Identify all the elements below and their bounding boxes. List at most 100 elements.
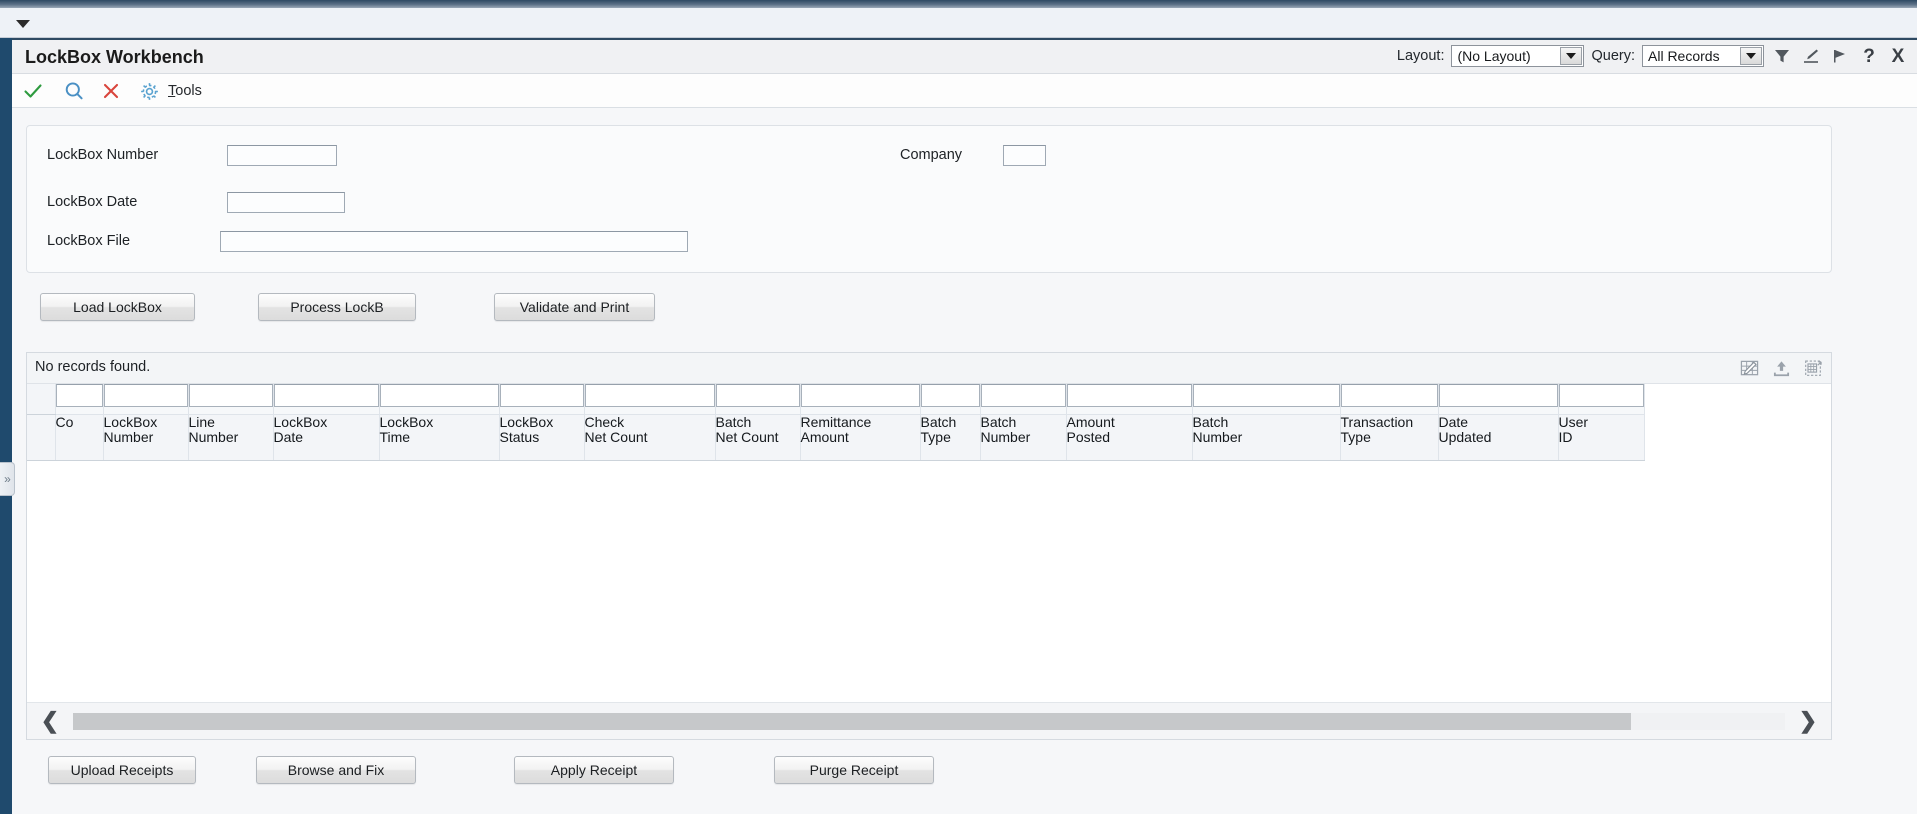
cancel-button[interactable] xyxy=(98,78,124,104)
column-batch-type-header[interactable]: Batch Type xyxy=(920,414,981,461)
browse-and-fix-button[interactable]: Browse and Fix xyxy=(256,756,416,784)
column-remittance-amount-filter-input[interactable] xyxy=(800,384,920,407)
lockbox-date-label: LockBox Date xyxy=(47,194,138,210)
column-lockbox-status-header[interactable]: LockBox Status xyxy=(499,414,585,461)
column-remittance-amount-filter-cell xyxy=(800,384,921,415)
column-remittance-amount-header[interactable]: Remittance Amount xyxy=(800,414,921,461)
column-check-net-count-filter-input[interactable] xyxy=(584,384,715,407)
process-lockbox-button[interactable]: Process LockB xyxy=(258,293,416,321)
export-grid-icon[interactable] xyxy=(1770,357,1792,379)
ok-button[interactable] xyxy=(20,78,46,104)
column-co-filter-input[interactable] xyxy=(55,384,103,407)
column-check-net-count-header[interactable]: Check Net Count xyxy=(584,414,716,461)
lockbox-file-label: LockBox File xyxy=(47,233,131,249)
expand-grid-icon[interactable] xyxy=(1802,357,1824,379)
column-amount-posted-filter-cell xyxy=(1066,384,1193,415)
column-transaction-type-header[interactable]: Transaction Type xyxy=(1340,414,1439,461)
layout-select-value: (No Layout) xyxy=(1457,48,1531,64)
chevron-right-icon[interactable]: ❯ xyxy=(1785,703,1831,739)
column-lockbox-time-header[interactable]: LockBox Time xyxy=(379,414,500,461)
column-amount-posted-filter-input[interactable] xyxy=(1066,384,1192,407)
query-select-value: All Records xyxy=(1648,48,1720,64)
upload-receipts-button[interactable]: Upload Receipts xyxy=(48,756,196,784)
column-date-updated-header[interactable]: Date Updated xyxy=(1438,414,1559,461)
query-label: Query: xyxy=(1591,48,1635,64)
lockbox-number-input[interactable] xyxy=(227,144,337,166)
column-batch-type-filter-cell xyxy=(920,384,981,415)
search-icon xyxy=(61,78,87,104)
column-co-filter-cell xyxy=(55,384,104,415)
lockbox-number-row: LockBox Number xyxy=(47,143,337,167)
apply-receipt-button[interactable]: Apply Receipt xyxy=(514,756,674,784)
validate-and-print-button[interactable]: Validate and Print xyxy=(494,293,655,321)
column-batch-number-2-header[interactable]: Batch Number xyxy=(1192,414,1341,461)
help-icon[interactable]: ? xyxy=(1858,45,1880,67)
grid-horizontal-scrollbar[interactable]: ❮ ❯ xyxy=(27,702,1831,739)
grid-empty-body xyxy=(27,492,1831,702)
caret-down-icon[interactable] xyxy=(16,20,30,28)
load-lockbox-button[interactable]: Load LockBox xyxy=(40,293,195,321)
column-transaction-type-filter-input[interactable] xyxy=(1340,384,1438,407)
window-title-strip xyxy=(0,0,1917,8)
company-row: Company xyxy=(900,143,1046,167)
column-lockbox-number-filter-cell xyxy=(103,384,189,415)
highlight-pen-icon[interactable] xyxy=(1800,45,1822,67)
column-batch-number-2-filter-cell xyxy=(1192,384,1341,415)
find-button[interactable] xyxy=(61,78,87,104)
column-user-id-filter-input[interactable] xyxy=(1558,384,1644,407)
query-select-chevron-down-icon[interactable] xyxy=(1740,47,1762,65)
column-co-header[interactable]: Co xyxy=(55,414,104,461)
run-flag-icon[interactable] xyxy=(1829,45,1851,67)
lockbox-file-input[interactable] xyxy=(220,230,688,252)
grid-status-bar: No records found. xyxy=(27,353,1831,384)
grid-scroll-thumb[interactable] xyxy=(73,712,1631,730)
column-lockbox-number-header[interactable]: LockBox Number xyxy=(103,414,189,461)
lockbox-date-input[interactable] xyxy=(227,191,345,213)
layout-label: Layout: xyxy=(1396,48,1445,64)
grid-filter-row xyxy=(27,384,1645,415)
column-batch-number-2-filter-input[interactable] xyxy=(1192,384,1340,407)
column-batch-net-count-filter-input[interactable] xyxy=(715,384,800,407)
grid-toolbar xyxy=(1738,357,1824,379)
edit-grid-icon[interactable] xyxy=(1738,357,1760,379)
chevron-left-icon[interactable]: ❮ xyxy=(27,703,73,739)
page-header: LockBox Workbench Layout: (No Layout) Qu… xyxy=(12,38,1917,74)
grid-table: Co LockBox Number Line Number LockBox Date L… xyxy=(27,384,1645,461)
grid-scroll-track[interactable] xyxy=(73,712,1785,730)
column-batch-type-filter-input[interactable] xyxy=(920,384,980,407)
column-lockbox-date-header[interactable]: LockBox Date xyxy=(273,414,380,461)
column-lockbox-status-filter-input[interactable] xyxy=(499,384,584,407)
page-title: LockBox Workbench xyxy=(25,47,204,67)
lockbox-file-row: LockBox File xyxy=(47,229,688,253)
lockbox-results-grid: No records found. Co LockBox Number Line… xyxy=(26,352,1832,740)
column-line-number-header[interactable]: Line Number xyxy=(188,414,274,461)
expand-sidebar-handle[interactable]: » xyxy=(0,462,15,496)
close-x-icon xyxy=(98,78,124,104)
column-lockbox-date-filter-cell xyxy=(273,384,380,415)
grid-header-row: Co LockBox Number Line Number LockBox Date L… xyxy=(27,414,1645,461)
column-batch-net-count-header[interactable]: Batch Net Count xyxy=(715,414,801,461)
tools-button[interactable]: Tools xyxy=(136,78,202,104)
column-lockbox-date-filter-input[interactable] xyxy=(273,384,379,407)
grid-rownum-filter-cell xyxy=(27,384,56,415)
layout-select[interactable]: (No Layout) xyxy=(1451,45,1585,67)
company-input[interactable] xyxy=(1003,144,1046,166)
column-lockbox-status-filter-cell xyxy=(499,384,585,415)
layout-select-chevron-down-icon[interactable] xyxy=(1560,47,1583,65)
company-label: Company xyxy=(900,147,963,163)
check-icon xyxy=(20,78,46,104)
column-lockbox-number-filter-input[interactable] xyxy=(103,384,188,407)
close-icon[interactable]: X xyxy=(1887,45,1909,67)
column-date-updated-filter-input[interactable] xyxy=(1438,384,1558,407)
column-batch-number-1-filter-input[interactable] xyxy=(980,384,1066,407)
purge-receipt-button[interactable]: Purge Receipt xyxy=(774,756,934,784)
column-line-number-filter-input[interactable] xyxy=(188,384,273,407)
lockbox-number-label: LockBox Number xyxy=(47,147,159,163)
column-amount-posted-header[interactable]: Amount Posted xyxy=(1066,414,1193,461)
lockbox-date-row: LockBox Date xyxy=(47,190,345,214)
column-user-id-header[interactable]: User ID xyxy=(1558,414,1645,461)
filter-icon[interactable] xyxy=(1771,45,1793,67)
column-batch-number-1-header[interactable]: Batch Number xyxy=(980,414,1067,461)
column-lockbox-time-filter-input[interactable] xyxy=(379,384,499,407)
query-select[interactable]: All Records xyxy=(1642,45,1764,67)
